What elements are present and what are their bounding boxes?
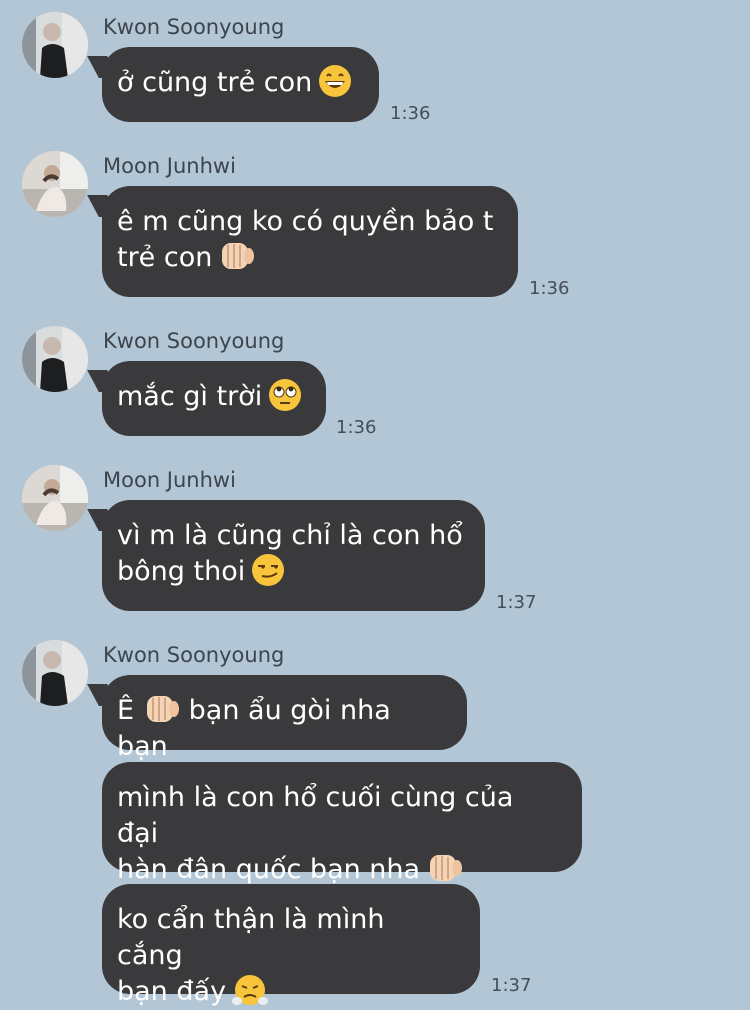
message-bubble[interactable]: ê m cũng ko có quyền bảo t trẻ con (102, 186, 518, 297)
avatar-kwon-soonyoung[interactable] (22, 326, 88, 392)
steam-nose-face-icon (232, 973, 269, 1007)
sender-name: Moon Junhwi (103, 154, 236, 178)
sender-name: Kwon Soonyoung (103, 329, 285, 353)
message-bubble[interactable]: mắc gì trời (102, 361, 326, 436)
avatar-moon-junhwi[interactable] (22, 151, 88, 217)
sender-name: Moon Junhwi (103, 468, 236, 492)
message-text: ê m cũng ko có quyền bảo t trẻ con (117, 206, 494, 273)
message-text: mắc gì trời (117, 381, 263, 412)
message-bubble[interactable]: ko cẩn thận là mình cắng bạn đấy (102, 884, 480, 1007)
message-time: 1:37 (496, 592, 537, 613)
message-text: vì m là cũng chỉ là con hổ bông thoi (117, 520, 463, 587)
avatar-kwon-soonyoung[interactable] (22, 640, 88, 706)
fist-icon (218, 239, 256, 273)
avatar-photo-icon (22, 640, 88, 706)
smirk-face-icon (251, 553, 285, 587)
message-time: 1:36 (336, 417, 377, 438)
sender-name: Kwon Soonyoung (103, 643, 285, 667)
sender-name: Kwon Soonyoung (103, 15, 285, 39)
fist-icon (426, 851, 464, 885)
message-bubble[interactable]: vì m là cũng chỉ là con hổ bông thoi (102, 500, 485, 611)
eye-roll-face-icon (268, 378, 302, 412)
avatar-photo-icon (22, 326, 88, 392)
avatar-photo-icon (22, 12, 88, 78)
message-bubble[interactable]: ở cũng trẻ con (102, 47, 379, 122)
message-bubble[interactable]: Ê bạn ẩu gòi nha bạn (102, 675, 467, 762)
message-time: 1:37 (491, 975, 532, 996)
avatar-moon-junhwi[interactable] (22, 465, 88, 531)
message-time: 1:36 (390, 103, 431, 124)
avatar-photo-icon (22, 465, 88, 531)
avatar-kwon-soonyoung[interactable] (22, 12, 88, 78)
message-time: 1:36 (529, 278, 570, 299)
grinning-face-icon (318, 64, 352, 98)
avatar-photo-icon (22, 151, 88, 217)
message-text: ở cũng trẻ con (117, 67, 313, 98)
fist-icon (143, 692, 181, 726)
message-bubble[interactable]: mình là con hổ cuối cùng của đại hàn đân… (102, 762, 582, 885)
message-text-prefix: Ê (117, 695, 135, 726)
